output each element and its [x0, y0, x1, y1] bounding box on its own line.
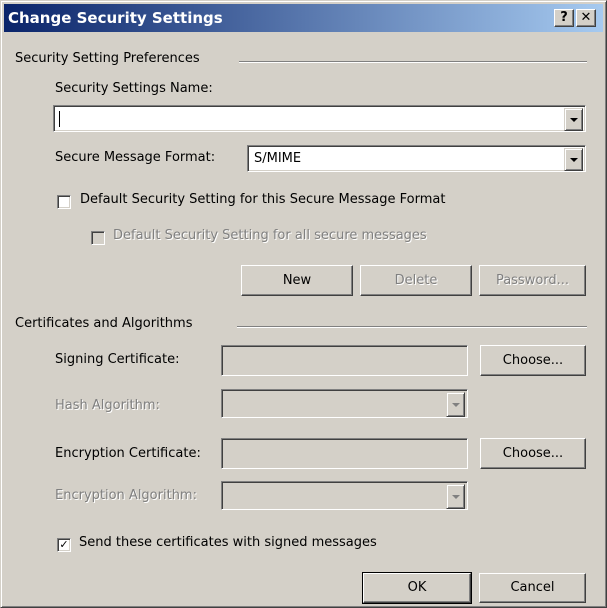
secure-message-format-dropdown-button[interactable] — [564, 148, 583, 171]
encryption-algorithm-dropdown-button[interactable] — [446, 484, 465, 509]
default-all-checkbox[interactable] — [91, 231, 105, 245]
chevron-down-icon — [451, 402, 460, 407]
default-format-label[interactable]: Default Security Setting for this Secure… — [80, 192, 445, 207]
dialog-title: Change Security Settings — [8, 9, 223, 27]
signing-certificate-field — [221, 345, 468, 376]
cancel-button[interactable]: Cancel — [479, 573, 586, 603]
secure-message-format-label: Secure Message Format: — [55, 150, 216, 165]
choose-signing-certificate-button[interactable]: Choose... — [480, 345, 586, 376]
security-settings-name-label: Security Settings Name: — [55, 81, 213, 96]
secure-message-format-select[interactable]: S/MIME — [247, 145, 586, 172]
default-format-checkbox[interactable] — [57, 195, 71, 209]
encryption-certificate-field — [221, 438, 468, 469]
chevron-down-icon — [569, 157, 578, 162]
preferences-group-divider — [239, 61, 587, 63]
certificates-group-divider — [237, 326, 587, 328]
delete-button[interactable]: Delete — [360, 265, 472, 296]
security-settings-name-dropdown-button[interactable] — [564, 108, 583, 131]
security-settings-name-combobox[interactable] — [53, 105, 586, 132]
hash-algorithm-select[interactable] — [221, 389, 468, 418]
send-certificates-checkbox[interactable]: ✓ — [57, 538, 71, 552]
preferences-group-label: Security Setting Preferences — [15, 51, 200, 66]
choose-encryption-certificate-button[interactable]: Choose... — [480, 438, 586, 469]
signing-certificate-label: Signing Certificate: — [55, 352, 180, 367]
new-button[interactable]: New — [241, 265, 353, 296]
encryption-algorithm-label: Encryption Algorithm: — [55, 488, 197, 503]
text-caret — [59, 111, 60, 127]
password-button[interactable]: Password... — [479, 265, 586, 296]
checkmark-icon: ✓ — [59, 538, 69, 551]
send-certificates-label[interactable]: Send these certificates with signed mess… — [79, 535, 377, 550]
default-all-label[interactable]: Default Security Setting for all secure … — [113, 228, 427, 243]
secure-message-format-value: S/MIME — [254, 151, 302, 166]
chevron-down-icon — [451, 494, 460, 499]
close-button[interactable]: ✕ — [576, 9, 596, 27]
hash-algorithm-dropdown-button[interactable] — [446, 392, 465, 417]
change-security-settings-dialog: Change Security Settings ? ✕ Security Se… — [0, 0, 607, 608]
encryption-certificate-label: Encryption Certificate: — [55, 446, 201, 461]
title-bar[interactable]: Change Security Settings ? ✕ — [4, 4, 603, 32]
hash-algorithm-label: Hash Algorithm: — [55, 398, 160, 413]
encryption-algorithm-select[interactable] — [221, 481, 468, 510]
ok-button[interactable]: OK — [362, 572, 472, 604]
chevron-down-icon — [569, 117, 578, 122]
certificates-group-label: Certificates and Algorithms — [15, 316, 193, 331]
help-button[interactable]: ? — [554, 9, 574, 27]
